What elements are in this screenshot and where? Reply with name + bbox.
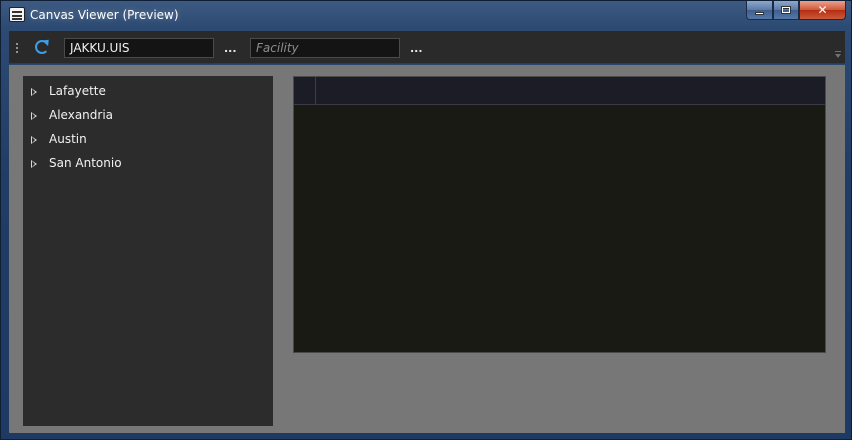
canvas-body[interactable] — [294, 106, 825, 352]
expand-arrow-icon[interactable] — [31, 136, 37, 144]
server-browse-button[interactable]: ... — [224, 42, 237, 55]
tree-item-alexandria[interactable]: Alexandria — [23, 104, 273, 128]
server-input[interactable]: JAKKU.UIS — [64, 38, 214, 58]
expand-arrow-icon[interactable] — [31, 112, 37, 120]
canvas-panel[interactable] — [293, 76, 826, 353]
toolbar-grip-icon[interactable] — [16, 42, 18, 54]
canvas-header-cell[interactable] — [294, 77, 316, 105]
window-controls: ✕ — [746, 1, 846, 21]
minimize-icon — [755, 11, 764, 15]
maximize-icon — [781, 6, 791, 14]
expand-arrow-icon[interactable] — [31, 160, 37, 168]
expand-arrow-icon[interactable] — [31, 88, 37, 96]
facility-tree[interactable]: Lafayette Alexandria Austin San Antonio — [23, 76, 273, 426]
close-button[interactable]: ✕ — [799, 1, 846, 20]
tree-item-austin[interactable]: Austin — [23, 128, 273, 152]
tree-item-label: San Antonio — [49, 156, 122, 170]
canvas-header — [294, 77, 825, 105]
title-bar[interactable]: Canvas Viewer (Preview) ✕ — [1, 1, 851, 29]
toolbar-overflow-icon[interactable] — [835, 51, 841, 58]
tree-item-label: Austin — [49, 132, 87, 146]
window-title: Canvas Viewer (Preview) — [30, 8, 179, 22]
refresh-icon[interactable] — [35, 40, 49, 54]
client-area: Lafayette Alexandria Austin San Antonio — [9, 65, 845, 433]
facility-browse-button[interactable]: ... — [410, 42, 423, 55]
app-window: Canvas Viewer (Preview) ✕ JAKKU.UIS ... … — [0, 0, 852, 440]
tree-item-san-antonio[interactable]: San Antonio — [23, 152, 273, 176]
maximize-button[interactable] — [773, 1, 799, 20]
close-icon: ✕ — [817, 3, 828, 17]
toolbar: JAKKU.UIS ... Facility ... — [9, 31, 845, 64]
app-icon[interactable] — [9, 7, 25, 22]
tree-item-label: Lafayette — [49, 84, 106, 98]
minimize-button[interactable] — [746, 1, 773, 20]
tree-item-label: Alexandria — [49, 108, 114, 122]
facility-input[interactable]: Facility — [250, 38, 400, 58]
tree-item-lafayette[interactable]: Lafayette — [23, 80, 273, 104]
